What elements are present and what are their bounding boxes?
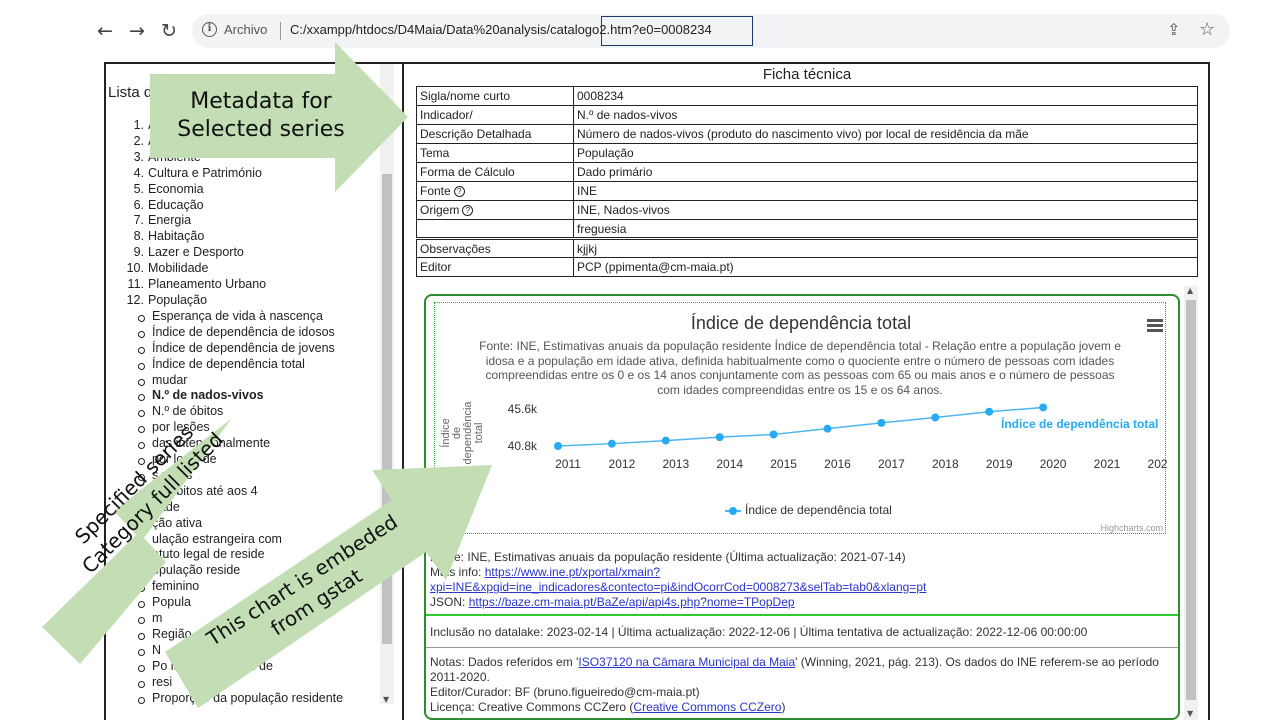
metadata-annotation-line1: Metadata for — [190, 89, 332, 114]
metadata-annotation-line2: Selected series — [177, 117, 345, 142]
metadata-annotation: Metadata for Selected series — [168, 88, 354, 144]
